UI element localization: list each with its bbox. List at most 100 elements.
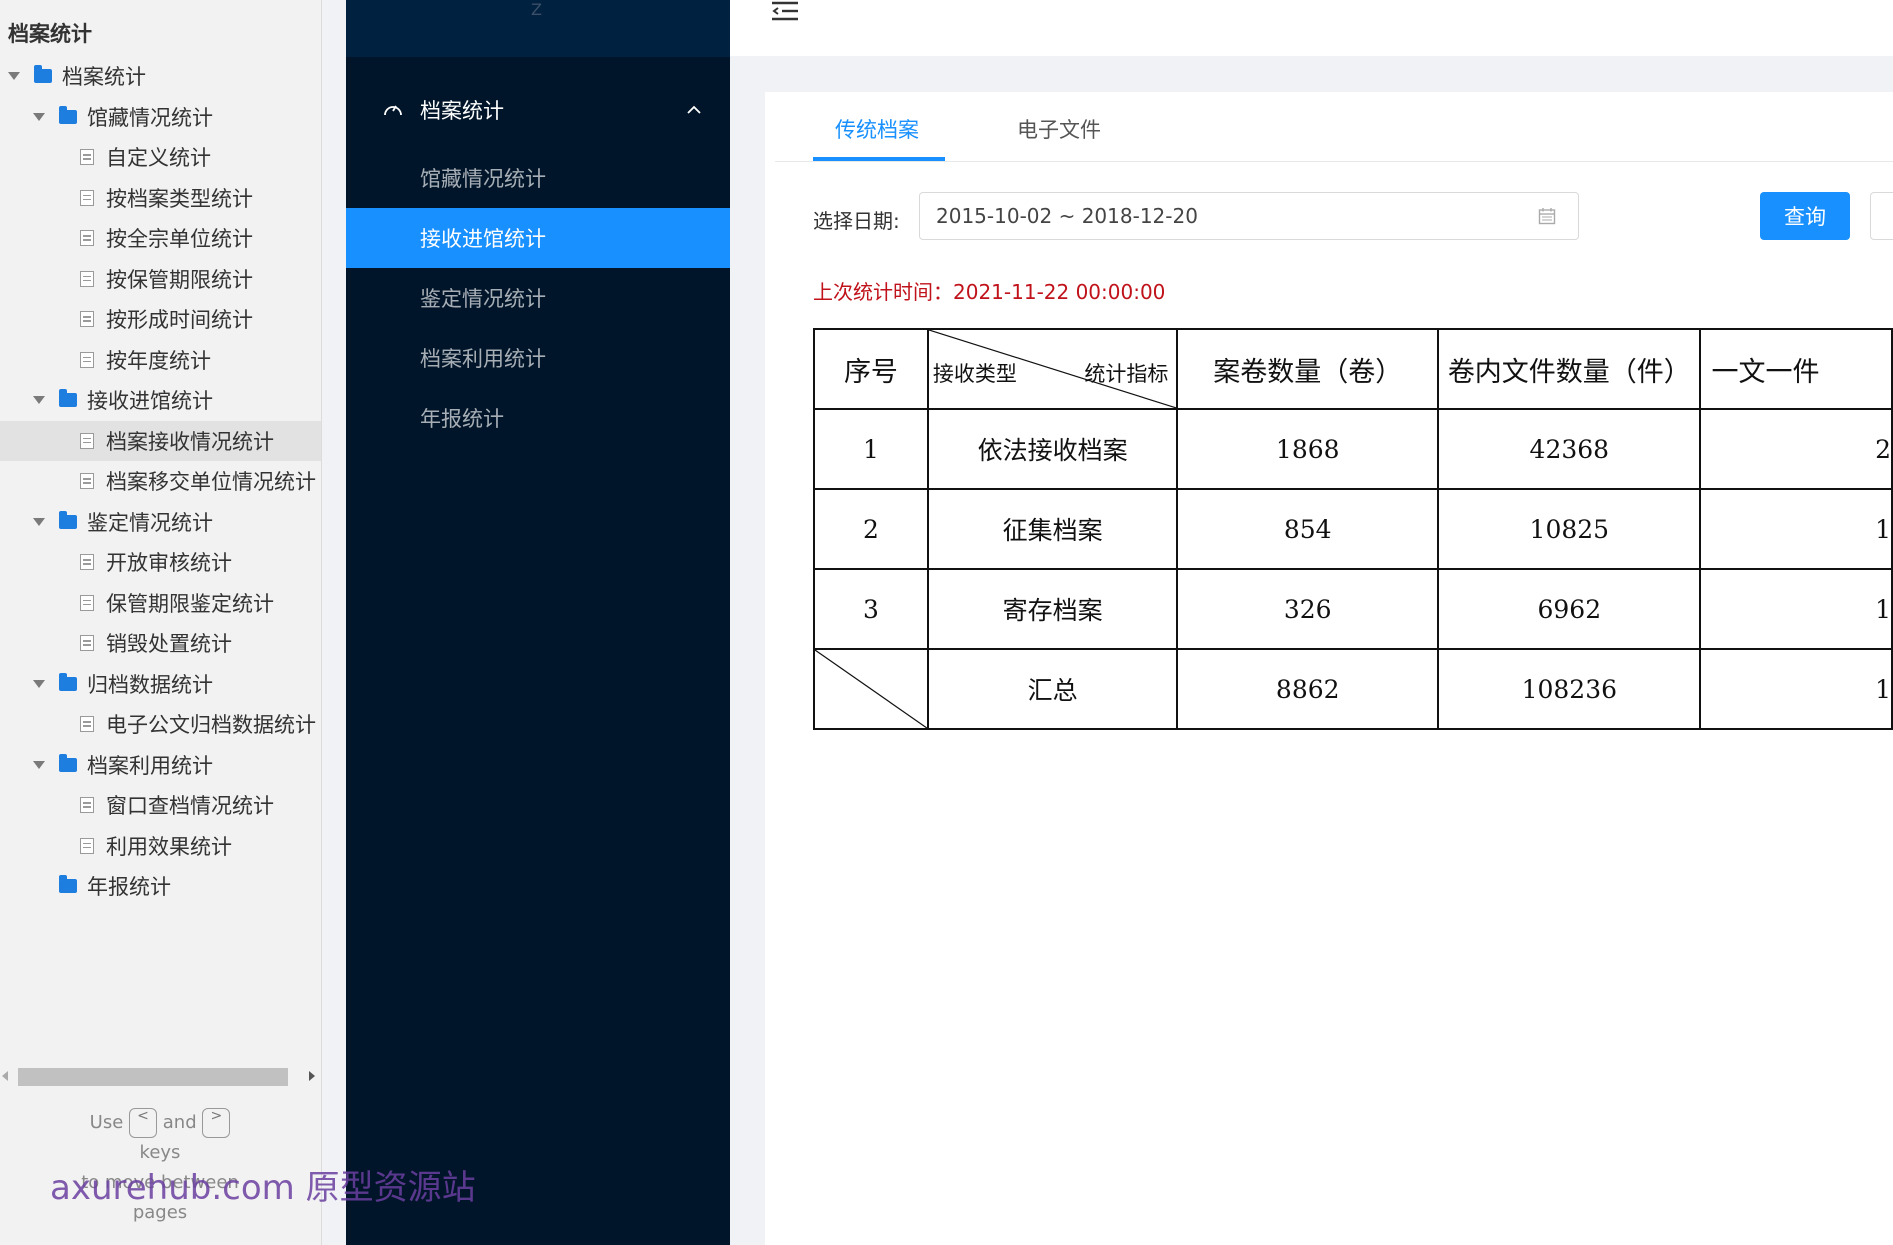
page-icon xyxy=(80,189,94,206)
cell-type: 征集档案 xyxy=(926,488,1179,570)
tree-item[interactable]: 按年度统计 xyxy=(0,340,321,380)
tree-item[interactable]: 归档数据统计 xyxy=(0,664,321,704)
cell-single: 2 xyxy=(1699,408,1893,490)
tree-item-label: 接收进馆统计 xyxy=(87,389,213,413)
scrollbar-thumb[interactable] xyxy=(18,1068,288,1086)
diagonal-line xyxy=(815,650,927,728)
menu-item-label: 档案利用统计 xyxy=(420,347,546,371)
tree-item[interactable]: 档案移交单位情况统计 xyxy=(0,461,321,501)
cell-single: 1 xyxy=(1699,488,1893,570)
folder-icon xyxy=(59,389,77,407)
tab-electronic-file[interactable]: 电子文件 xyxy=(1017,114,1101,144)
secondary-button[interactable] xyxy=(1870,192,1893,240)
tree-item-label: 按全宗单位统计 xyxy=(106,227,253,251)
total-label: 汇总 xyxy=(926,648,1179,730)
header-diagonal: 接收类型 统计指标 xyxy=(926,328,1179,410)
tree-item-label: 利用效果统计 xyxy=(106,834,232,859)
table-row: 2 征集档案 854 10825 1 xyxy=(813,488,1893,570)
header-volumes: 案卷数量（卷） xyxy=(1176,328,1440,410)
tree-item[interactable]: 自定义统计 xyxy=(0,137,321,177)
tree-item-label: 按档案类型统计 xyxy=(106,186,253,211)
header-single: 一文一件 xyxy=(1699,328,1893,410)
tree-item-label: 销毁处置统计 xyxy=(106,632,232,656)
tabs: 传统档案 电子文件 xyxy=(775,92,1893,162)
side-logo: Z xyxy=(346,0,730,57)
tree-item[interactable]: 按档案类型统计 xyxy=(0,178,321,218)
menu-group-archive-stats[interactable]: 档案统计 xyxy=(346,82,730,138)
tree-item-label: 开放审核统计 xyxy=(106,551,232,575)
tree-item[interactable]: 按保管期限统计 xyxy=(0,259,321,299)
table-row: 1 依法接收档案 1868 42368 2 xyxy=(813,408,1893,490)
tree-item[interactable]: 档案利用统计 xyxy=(0,745,321,785)
tree-item[interactable]: 馆藏情况统计 xyxy=(0,97,321,137)
hint-and: and xyxy=(162,1112,197,1133)
sitemap-scrollbar[interactable] xyxy=(0,1066,321,1088)
tree-item-label: 电子公文归档数据统计 xyxy=(106,713,316,737)
tree-item[interactable]: 开放审核统计 xyxy=(0,542,321,582)
chevron-up-icon[interactable] xyxy=(686,102,702,118)
tree-item-label: 按形成时间统计 xyxy=(106,308,253,332)
tree-item-label: 归档数据统计 xyxy=(87,672,213,697)
table-row: 3 寄存档案 326 6962 1 xyxy=(813,568,1893,650)
caret-down-icon[interactable] xyxy=(33,760,45,769)
header-index: 序号 xyxy=(813,328,929,410)
tree-item[interactable]: 保管期限鉴定统计 xyxy=(0,583,321,623)
menu-item[interactable]: 接收进馆统计 xyxy=(346,208,730,268)
menu-item[interactable]: 鉴定情况统计 xyxy=(346,268,730,328)
cell-files: 42368 xyxy=(1437,408,1702,490)
tree-item-label: 按年度统计 xyxy=(106,348,211,373)
query-button[interactable]: 查询 xyxy=(1760,192,1850,240)
tree-item-label: 档案接收情况统计 xyxy=(106,429,274,454)
tree-item-label: 窗口查档情况统计 xyxy=(106,794,274,818)
dashboard-icon xyxy=(384,105,402,116)
tree-item[interactable]: 档案统计 xyxy=(0,56,321,96)
date-range-picker[interactable]: 2015-10-02 ~ 2018-12-20 xyxy=(919,192,1579,240)
tab-traditional-archive[interactable]: 传统档案 xyxy=(835,114,919,144)
menu-fold-icon[interactable] xyxy=(770,0,800,22)
logo-text: Z xyxy=(531,0,542,19)
calendar-icon xyxy=(1538,208,1556,225)
header-files: 卷内文件数量（件） xyxy=(1437,328,1702,410)
cell-volumes: 854 xyxy=(1176,488,1440,570)
right-key-icon: > xyxy=(202,1108,231,1138)
cell-index: 3 xyxy=(813,568,929,650)
caret-down-icon[interactable] xyxy=(33,679,45,688)
scroll-right-icon[interactable] xyxy=(309,1071,315,1081)
date-label: 选择日期: xyxy=(813,209,900,233)
caret-down-icon[interactable] xyxy=(33,112,45,121)
sitemap-panel: 档案统计 档案统计 馆藏情况统计 自定义统计 按档案类型统计 按全宗单位统计 按保管期限统… xyxy=(0,0,322,1245)
menu-item[interactable]: 年报统计 xyxy=(346,388,730,448)
cell-volumes: 326 xyxy=(1176,568,1440,650)
page-icon xyxy=(80,270,94,287)
tree-item[interactable]: 接收进馆统计 xyxy=(0,380,321,420)
table-total-row: 汇总 8862 108236 1 xyxy=(813,648,1893,730)
page-icon xyxy=(80,716,94,732)
cell-type: 依法接收档案 xyxy=(926,408,1179,490)
tree-item[interactable]: 电子公文归档数据统计 xyxy=(0,704,321,744)
caret-down-icon[interactable] xyxy=(8,72,20,80)
total-diagonal-cell xyxy=(813,648,929,730)
total-single: 1 xyxy=(1699,648,1893,730)
folder-icon xyxy=(59,105,77,124)
folder-icon xyxy=(59,672,77,691)
header-stat-index: 统计指标 xyxy=(1084,362,1169,386)
cell-index: 1 xyxy=(813,408,929,490)
tree-item[interactable]: 按形成时间统计 xyxy=(0,299,321,339)
caret-down-icon[interactable] xyxy=(33,396,45,404)
menu-item[interactable]: 档案利用统计 xyxy=(346,328,730,388)
top-bar xyxy=(730,0,1893,56)
tree-item[interactable]: 按全宗单位统计 xyxy=(0,218,321,258)
tree-item-label: 自定义统计 xyxy=(106,146,211,170)
tree-item[interactable]: 档案接收情况统计 xyxy=(0,420,321,461)
menu-item[interactable]: 馆藏情况统计 xyxy=(346,148,730,208)
tree-item[interactable]: 窗口查档情况统计 xyxy=(0,785,321,825)
total-files: 108236 xyxy=(1437,648,1702,730)
tree-item[interactable]: 年报统计 xyxy=(0,866,321,906)
tree-item[interactable]: 销毁处置统计 xyxy=(0,623,321,663)
tree-item[interactable]: 利用效果统计 xyxy=(0,826,321,866)
tree-item[interactable]: 鉴定情况统计 xyxy=(0,502,321,542)
caret-down-icon[interactable] xyxy=(33,517,45,526)
menu-item-label: 鉴定情况统计 xyxy=(420,287,546,311)
cell-single: 1 xyxy=(1699,568,1893,650)
scroll-left-icon[interactable] xyxy=(2,1071,8,1081)
